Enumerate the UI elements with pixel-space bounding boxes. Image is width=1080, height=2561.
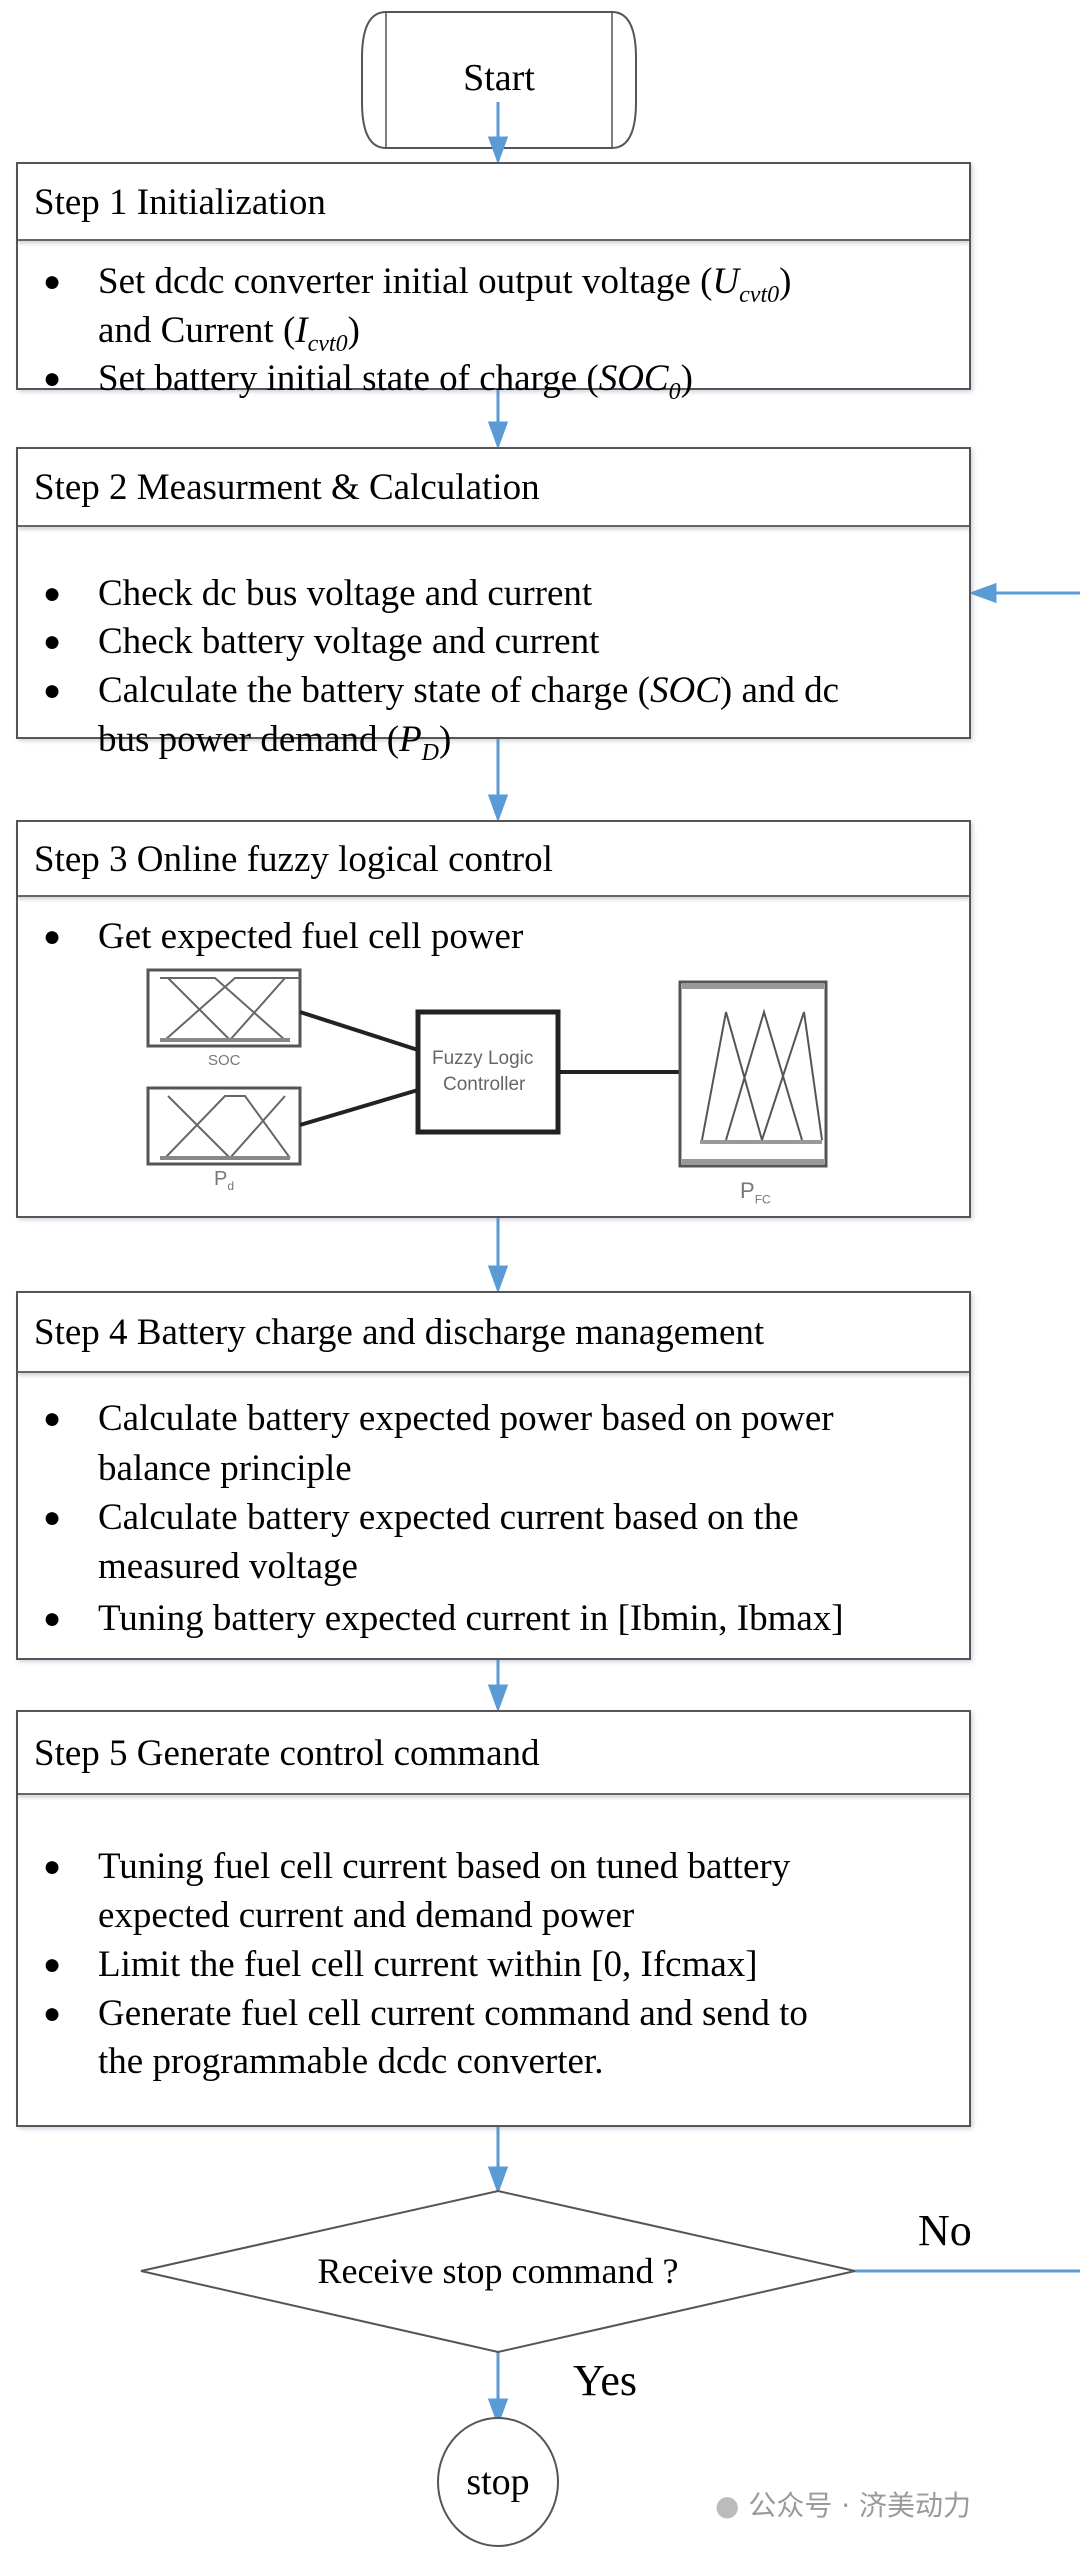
bullet-text: Calculate the battery state of charge (S… [98,672,839,709]
bullet-text: Generate fuel cell current command and s… [98,1995,808,2032]
text-segment: and Current ( [98,310,296,351]
flowchart: Start Step 1 Initialization ● Set dcdc con… [0,0,1080,2561]
text-segment: SOC [650,670,720,711]
step-header: Step 3 Online fuzzy logical control [18,822,969,897]
bullet-text: the programmable dcdc converter. [98,2043,603,2080]
text-segment: Check dc bus voltage and current [98,573,593,614]
text-segment: P [399,719,422,760]
bullet-icon: ● [43,625,62,658]
pfc-output-label: PFC [740,1178,771,1207]
text-segment: cvt0 [739,282,780,308]
bullet-icon: ● [43,1850,62,1883]
text-segment: D [421,740,440,766]
text-segment: U [712,261,740,302]
text-segment: Tuning fuel cell current based on tuned … [98,1846,791,1887]
bullet-icon: ● [43,920,62,953]
text-segment: balance principle [98,1448,352,1489]
text-segment: Tuning battery expected current in [Ibmi… [98,1598,844,1639]
bullet-icon: ● [43,577,62,610]
bullet-icon: ● [43,1402,62,1435]
bullet-icon: ● [43,362,62,395]
bullet-text: Calculate battery expected current based… [98,1499,799,1536]
text-segment: I [295,310,308,351]
step-2-box: Step 2 Measurment & Calculation ● Check dc… [16,447,971,765]
text-segment: Set battery initial state of charge ( [98,358,599,399]
step-5-box: Step 5 Generate control command ● Tuning f… [16,1710,971,2127]
text-segment: bus power demand ( [98,719,400,760]
text-segment: Calculate battery expected current based… [98,1497,799,1538]
step-1-box: Step 1 Initialization ● Set dcdc converter… [16,162,971,404]
bullet-text: measured voltage [98,1548,358,1585]
step-header: Step 5 Generate control command [18,1712,969,1795]
soc-input-label: SOC [208,1052,241,1069]
decision-question: Receive stop command ? [317,2251,679,2291]
controller-label-line2: Controller [443,1074,526,1095]
text-segment: ) and dc [719,670,840,711]
bullet-text: Calculate battery expected power based o… [98,1400,834,1437]
bullet-text: expected current and demand power [98,1897,634,1934]
text-segment: Calculate the battery state of charge ( [98,670,651,711]
text-segment: expected current and demand power [98,1895,635,1936]
bullet-icon: ● [43,674,62,707]
step-title: Step 4 Battery charge and discharge mana… [34,1312,765,1353]
wechat-icon: ● [715,2489,740,2522]
watermark: ● 公众号 · 济美动力 [715,2489,972,2522]
step-header: Step 1 Initialization [18,164,969,241]
step-3-box: Step 3 Online fuzzy logical control ● Get … [16,820,971,1218]
bullet-icon: ● [43,1997,62,2030]
text-segment: Limit the fuel cell current within [0, I… [98,1944,758,1985]
text-segment: ) [779,261,792,302]
step-header: Step 2 Measurment & Calculation [18,449,969,527]
text-segment: ) [347,310,360,351]
pd-input-label: Pd [214,1168,235,1193]
bullet-text: Tuning fuel cell current based on tuned … [98,1848,790,1885]
controller-label-line1: Fuzzy Logic [432,1048,534,1069]
text-segment: SOC [598,358,669,399]
step-title: Step 1 Initialization [34,181,326,223]
text-segment: Set dcdc converter initial output voltag… [98,261,713,302]
text-segment: the programmable dcdc converter. [98,2041,604,2082]
text-segment: 0 [668,379,681,405]
text-segment: cvt0 [307,331,348,357]
step-title: Step 2 Measurment & Calculation [34,467,540,508]
yes-branch-label: Yes [573,2356,638,2405]
bullet-text: balance principle [98,1450,352,1487]
stop-label: stop [466,2461,530,2503]
no-branch-label: No [918,2206,972,2255]
text-segment: Check battery voltage and current [98,621,600,662]
bullet-text: Get expected fuel cell power [98,918,523,955]
text-segment: Generate fuel cell current command and s… [98,1993,808,2034]
bullet-icon: ● [43,1501,62,1534]
start-label: Start [463,57,535,99]
text-segment: measured voltage [98,1546,358,1587]
bullet-text: Tuning battery expected current in [Ibmi… [98,1600,844,1637]
bullet-icon: ● [43,1948,62,1981]
bullet-text: and Current (Icvt0) [98,312,360,356]
bullet-text: bus power demand (PD) [98,721,451,765]
step-title: Step 5 Generate control command [34,1732,540,1774]
step-title: Step 3 Online fuzzy logical control [34,838,553,880]
bullet-text: Set battery initial state of charge (SOC… [98,360,693,404]
step-4-box: Step 4 Battery charge and discharge mana… [16,1291,971,1660]
bullet-icon: ● [43,1602,62,1635]
bullet-text: Check battery voltage and current [98,623,599,660]
bullet-icon: ● [43,265,62,298]
bullet-text: Set dcdc converter initial output voltag… [98,263,791,307]
text-segment: ) [439,719,452,760]
text-segment: Calculate battery expected power based o… [98,1398,834,1439]
step-header: Step 4 Battery charge and discharge mana… [18,1293,969,1373]
text-segment: ) [680,358,693,399]
bullet-text: Limit the fuel cell current within [0, I… [98,1946,758,1983]
text-segment: Get expected fuel cell power [98,916,524,957]
bullet-text: Check dc bus voltage and current [98,575,592,612]
